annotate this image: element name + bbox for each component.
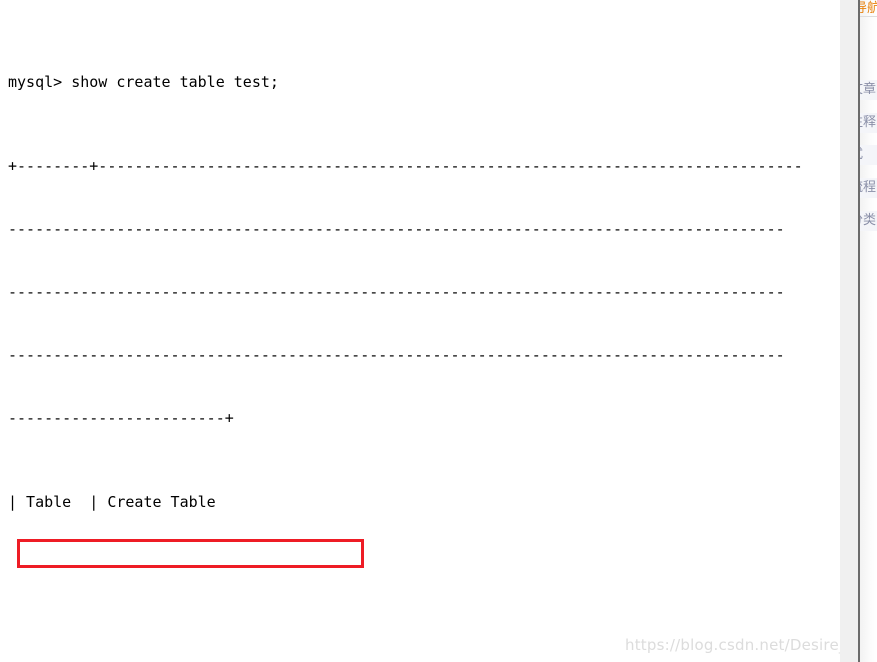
sidebar-item-4[interactable]: 分类 — [860, 211, 877, 231]
sidebar-header: 导航 — [860, 0, 877, 17]
sidebar-header-label: 导航 — [860, 1, 877, 16]
terminal-text-block: mysql> show create table test; +--------… — [8, 9, 838, 662]
page-root: mysql> show create table test; +--------… — [0, 0, 877, 662]
table-header-blank-1 — [8, 555, 838, 576]
table-header-row: | Table | Create Table — [8, 493, 216, 511]
table-separator-top-segment-3: ----------------------------------------… — [8, 283, 785, 301]
table-separator-top-segment-1: +--------+------------------------------… — [8, 157, 803, 175]
sidebar-item-1[interactable]: 注释 — [860, 113, 877, 133]
table-separator-top-segment-2: ----------------------------------------… — [8, 220, 785, 238]
terminal-prompt-line: mysql> show create table test; — [8, 73, 279, 91]
table-separator-top-segment-4: ----------------------------------------… — [8, 346, 785, 364]
watermark-text: https://blog.csdn.net/Desire_cure — [625, 636, 840, 654]
right-sidebar-toc[interactable]: 导航 文章 注释 式 流程 分类 — [860, 0, 877, 662]
right-gutter — [840, 0, 858, 662]
sidebar-item-0[interactable]: 文章 — [860, 80, 877, 100]
sidebar-item-3[interactable]: 流程 — [860, 178, 877, 198]
sidebar-item-2[interactable]: 式 — [860, 145, 877, 165]
table-separator-top-segment-5: ------------------------+ — [8, 409, 234, 427]
sidebar-header-rule — [860, 16, 877, 17]
mysql-terminal-output: mysql> show create table test; +--------… — [0, 0, 840, 662]
